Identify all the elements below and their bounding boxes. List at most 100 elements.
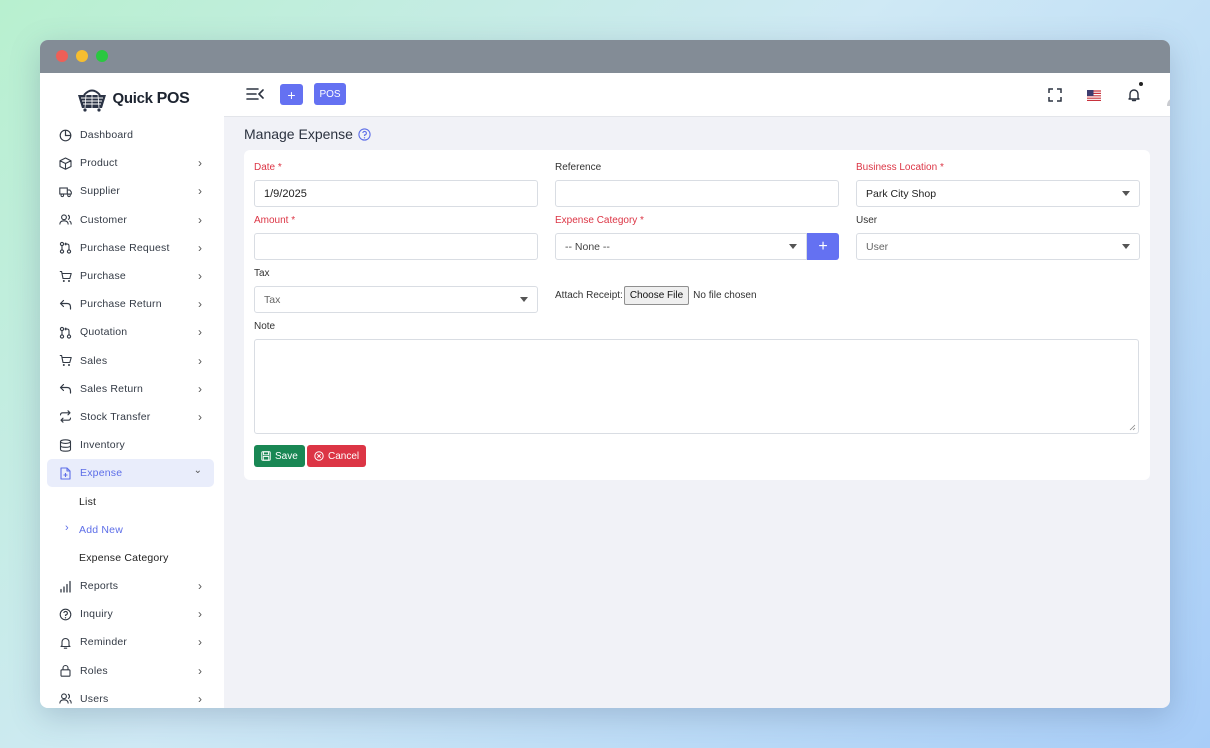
lock-icon: [60, 665, 71, 677]
sidebar-item-users[interactable]: Users ›: [47, 685, 214, 708]
note-field-group: Note: [254, 321, 1139, 434]
file-plus-icon: [60, 467, 71, 480]
sidebar-item-label: Reminder: [80, 636, 128, 649]
user-avatar-icon[interactable]: [1166, 85, 1170, 107]
chevron-down-icon: ⌄: [193, 465, 202, 477]
amount-label: Amount *: [254, 215, 296, 226]
add-expense-category-button[interactable]: +: [807, 233, 839, 260]
sidebar-item-purchase-return[interactable]: Purchase Return ›: [47, 290, 214, 318]
attach-receipt-group: Attach Receipt: Choose File No file chos…: [555, 286, 757, 305]
us-flag-icon[interactable]: [1087, 90, 1101, 101]
sidebar-item-label: Product: [80, 157, 118, 170]
chevron-right-icon: ›: [198, 240, 202, 255]
notification-bell-icon[interactable]: [1127, 88, 1141, 102]
amount-input[interactable]: [254, 233, 538, 260]
bar-chart-icon: [60, 580, 71, 593]
sidebar-item-reminder[interactable]: Reminder ›: [47, 628, 214, 656]
date-input[interactable]: 1/9/2025: [254, 180, 538, 207]
fullscreen-icon[interactable]: [1048, 88, 1062, 102]
chevron-right-icon: ›: [198, 691, 202, 706]
logo[interactable]: Quick POS: [40, 73, 224, 121]
date-label: Date *: [254, 162, 282, 173]
chevron-down-icon: [1122, 191, 1130, 196]
expense-category-select[interactable]: -- None --: [555, 233, 807, 260]
tax-placeholder: Tax: [264, 293, 281, 306]
chevron-right-icon: ›: [198, 381, 202, 396]
resize-handle-icon[interactable]: [1129, 424, 1136, 431]
chevron-right-icon: ›: [198, 269, 202, 284]
chevron-right-icon: ›: [198, 607, 202, 622]
sidebar-item-sales[interactable]: Sales ›: [47, 347, 214, 375]
save-icon: [261, 451, 271, 461]
sidebar-subitem-list[interactable]: List: [40, 487, 224, 515]
sidebar-item-label: Inventory: [80, 439, 125, 452]
sidebar-item-inquiry[interactable]: Inquiry ›: [47, 600, 214, 628]
sidebar-item-dashboard[interactable]: Dashboard: [47, 121, 214, 149]
sidebar-item-label: Supplier: [80, 185, 121, 198]
business-location-value: Park City Shop: [866, 187, 937, 200]
page-title-text: Manage Expense: [244, 126, 353, 142]
note-label: Note: [254, 321, 276, 332]
sidebar-item-label: Inquiry: [80, 608, 113, 621]
pull-request-icon: [59, 326, 72, 339]
business-location-field-group: Business Location * Park City Shop: [856, 162, 1140, 207]
choose-file-button[interactable]: Choose File: [623, 286, 690, 305]
sidebar-item-quotation[interactable]: Quotation ›: [47, 318, 214, 346]
date-value: 1/9/2025: [264, 187, 307, 200]
chevron-right-icon: ›: [198, 156, 202, 171]
save-label: Save: [275, 450, 298, 462]
cancel-button[interactable]: Cancel: [307, 445, 367, 467]
question-circle-icon: [59, 608, 72, 621]
sidebar-item-product[interactable]: Product ›: [47, 149, 214, 177]
tax-field-group: Tax Tax: [254, 268, 538, 313]
notification-dot: [1139, 82, 1143, 86]
sidebar-item-inventory[interactable]: Inventory: [47, 431, 214, 459]
return-arrow-icon: [59, 384, 72, 394]
chevron-down-icon: [789, 244, 797, 249]
sidebar-item-stock-transfer[interactable]: Stock Transfer ›: [47, 403, 214, 431]
truck-icon: [59, 187, 72, 198]
file-status-text: No file chosen: [693, 290, 757, 301]
maximize-window-button[interactable]: [96, 50, 108, 62]
chevron-right-icon: ›: [198, 635, 202, 650]
sidebar-item-sales-return[interactable]: Sales Return ›: [47, 375, 214, 403]
sidebar-item-expense[interactable]: Expense ⌄: [47, 459, 214, 488]
sidebar-item-label: Reports: [80, 580, 119, 593]
note-textarea[interactable]: [254, 339, 1139, 434]
quick-add-button[interactable]: +: [280, 84, 303, 105]
window-titlebar: [40, 40, 1170, 73]
sidebar-item-label: Quotation: [80, 326, 128, 339]
sidebar-item-purchase[interactable]: Purchase ›: [47, 262, 214, 290]
sidebar-item-supplier[interactable]: Supplier ›: [47, 177, 214, 205]
reference-input[interactable]: [555, 180, 839, 207]
expense-category-value: -- None --: [565, 240, 610, 253]
sidebar-subitem-add-new[interactable]: Add New: [40, 516, 224, 544]
sidebar-item-reports[interactable]: Reports ›: [47, 572, 214, 600]
sidebar-item-roles[interactable]: Roles ›: [47, 657, 214, 685]
pos-button[interactable]: POS: [314, 83, 346, 105]
minimize-window-button[interactable]: [76, 50, 88, 62]
sidebar-item-purchase-request[interactable]: Purchase Request ›: [47, 234, 214, 262]
save-button[interactable]: Save: [254, 445, 305, 467]
user-placeholder: User: [866, 240, 889, 253]
chevron-right-icon: ›: [198, 353, 202, 368]
reference-field-group: Reference: [555, 162, 839, 207]
sidebar-item-customer[interactable]: Customer ›: [47, 206, 214, 234]
sidebar: Quick POS Dashboard Product › Supplier › Cust…: [40, 73, 224, 708]
expense-form-card: Date * 1/9/2025 Reference Business Locat…: [244, 150, 1150, 480]
sidebar-item-label: Users: [80, 692, 109, 705]
business-location-select[interactable]: Park City Shop: [856, 180, 1140, 207]
chevron-right-icon: ›: [198, 184, 202, 199]
menu-collapse-icon[interactable]: [246, 87, 264, 101]
expense-category-label: Expense Category *: [555, 215, 644, 226]
sidebar-subitem-expense-category[interactable]: Expense Category: [40, 544, 224, 572]
cancel-label: Cancel: [328, 450, 360, 462]
close-window-button[interactable]: [56, 50, 68, 62]
sidebar-item-label: Customer: [80, 213, 128, 226]
user-select[interactable]: User: [856, 233, 1140, 260]
cart-icon: [59, 355, 72, 367]
tax-select[interactable]: Tax: [254, 286, 538, 313]
reference-label: Reference: [555, 162, 602, 173]
help-icon[interactable]: [358, 127, 371, 141]
cancel-circle-icon: [314, 451, 324, 461]
